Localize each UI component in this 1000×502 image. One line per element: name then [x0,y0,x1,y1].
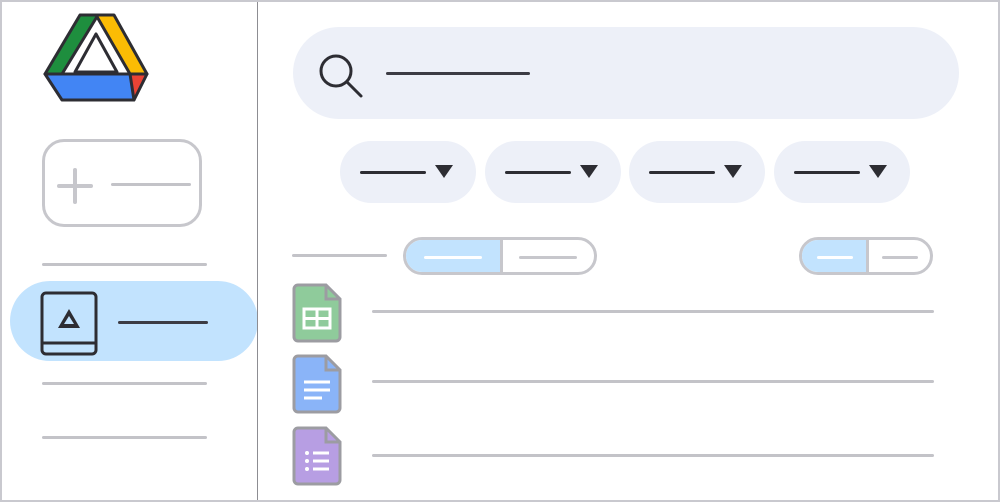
view-toggle-left [403,237,597,275]
sidebar-item-placeholder-2[interactable] [42,436,207,439]
search-icon [319,54,363,98]
sheets-file-icon [292,283,342,343]
plus-icon [57,168,93,204]
filter-chip-4[interactable] [774,141,910,203]
sidebar-divider-vertical [257,2,258,500]
filter-chip-label [649,171,715,174]
view-toggle-left-option-1[interactable] [406,240,500,272]
section-heading [292,254,387,257]
filter-chip-label [505,171,571,174]
forms-file-icon [292,426,342,486]
search-bar[interactable] [293,27,959,119]
new-button[interactable] [42,139,202,227]
filter-chip-3[interactable] [629,141,765,203]
file-name [372,310,934,313]
filter-chip-label [360,171,426,174]
docs-file-icon [292,354,342,414]
filter-chip-2[interactable] [485,141,621,203]
caret-down-icon [869,165,887,178]
view-toggle-right-option-2[interactable] [869,240,930,272]
app-window [0,0,1000,502]
caret-down-icon [580,165,598,178]
view-toggle-right [799,237,933,275]
view-toggle-left-option-2[interactable] [503,240,594,272]
caret-down-icon [724,165,742,178]
sidebar-item-my-drive[interactable] [10,281,258,361]
sidebar-item-placeholder-1[interactable] [42,382,207,385]
drive-folder-icon [40,291,98,356]
sidebar-item-label [118,321,208,324]
google-drive-logo-icon [43,13,149,102]
search-input[interactable] [386,72,530,75]
file-name [372,454,934,457]
new-button-label [111,183,191,186]
sidebar-divider [42,263,207,266]
view-toggle-right-option-1[interactable] [802,240,866,272]
filter-chip-1[interactable] [340,141,476,203]
file-name [372,380,934,383]
caret-down-icon [435,165,453,178]
drive-logo[interactable] [42,12,150,106]
filter-chip-label [794,171,860,174]
